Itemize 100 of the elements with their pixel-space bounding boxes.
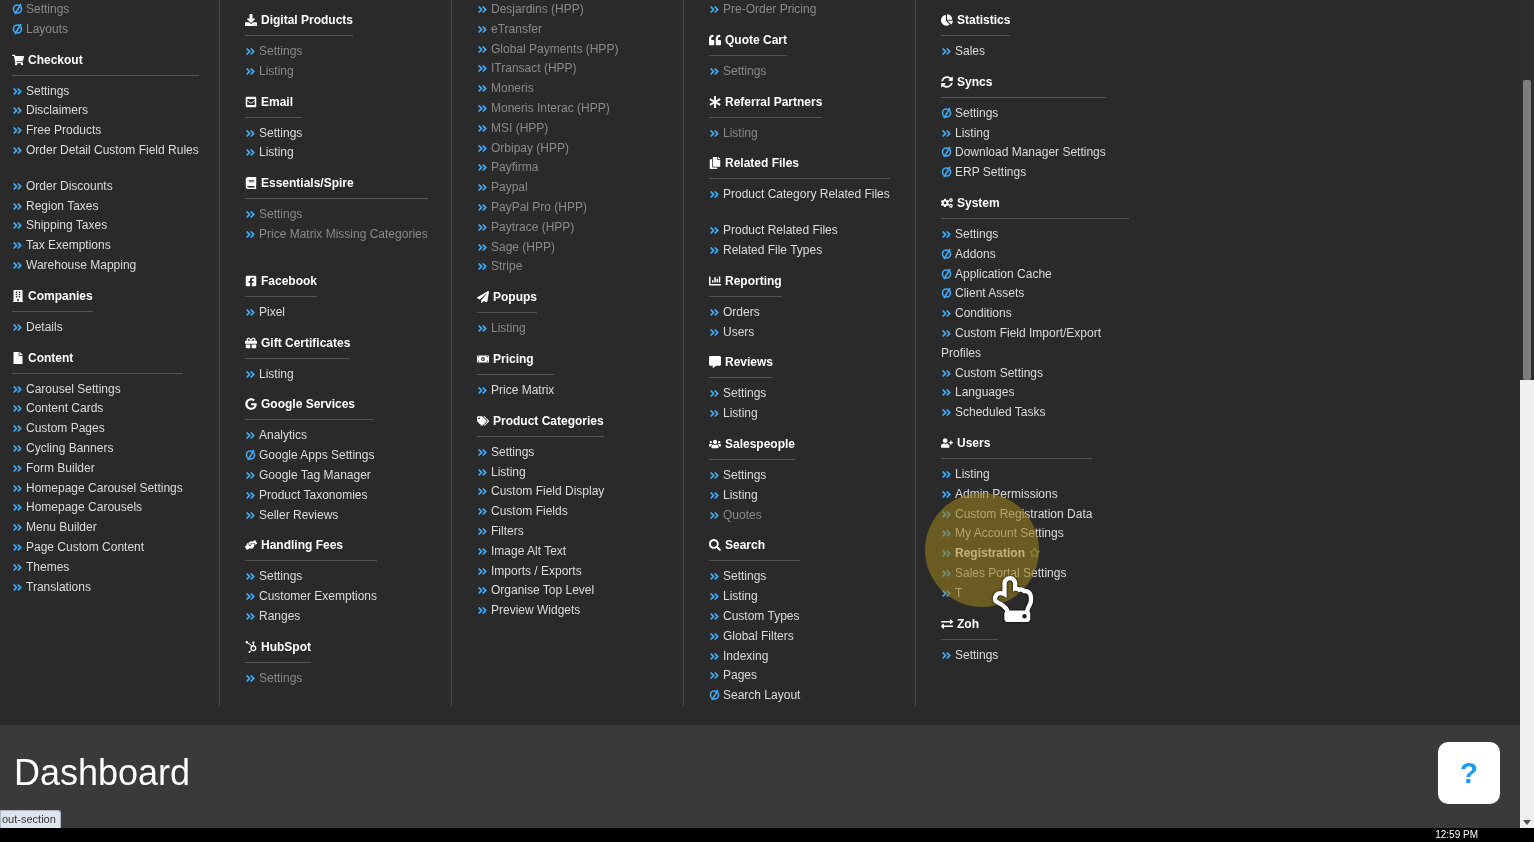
scrollbar-thumb[interactable] (1523, 80, 1531, 380)
menu-link[interactable]: Sales (941, 42, 1011, 62)
menu-link[interactable]: Google Apps Settings (245, 446, 375, 466)
menu-link[interactable]: Price Matrix (477, 380, 555, 401)
double-chevron-icon (245, 306, 256, 318)
menu-link[interactable]: Ranges (245, 606, 378, 627)
menu-link[interactable]: Free Products (12, 121, 199, 141)
menu-link[interactable]: Carousel Settings (12, 379, 183, 400)
menu-link[interactable]: Details (12, 317, 93, 338)
menu-link[interactable]: Order Detail Custom Field Rules (12, 141, 199, 161)
menu-link[interactable]: Homepage Carousels (12, 498, 183, 519)
section-title: Users (957, 434, 991, 452)
menu-link[interactable]: Orders (709, 302, 782, 323)
double-chevron-icon (12, 125, 23, 137)
menu-link[interactable]: Client Assets (941, 284, 1129, 305)
double-chevron-icon (709, 225, 720, 237)
menu-link[interactable]: Disclaimers (12, 101, 199, 122)
menu-link[interactable]: Listing (245, 143, 303, 164)
menu-link[interactable]: Warehouse Mapping (12, 255, 199, 276)
menu-link[interactable]: Settings (941, 225, 1129, 245)
sync-icon (12, 22, 23, 35)
menu-link[interactable]: Product Related Files (709, 221, 890, 241)
menu-link[interactable]: Listing (245, 364, 351, 385)
menu-link[interactable]: Listing (941, 123, 1106, 144)
section-title: Pricing (493, 350, 534, 368)
menu-link[interactable]: Custom Pages (12, 419, 183, 439)
sync-icon (245, 449, 256, 462)
menu-link[interactable]: Menu Builder (12, 518, 183, 538)
menu-link[interactable]: Indexing (709, 646, 801, 667)
menu-link[interactable]: Preview Widgets (477, 601, 605, 621)
menu-link[interactable]: Settings (245, 567, 378, 588)
menu-link[interactable]: Themes (12, 557, 183, 578)
menu-link[interactable]: Listing (477, 462, 605, 483)
menu-link[interactable]: Organise Top Level (477, 581, 605, 602)
menu-link[interactable]: Pixel (245, 302, 317, 323)
menu-link[interactable]: Google Tag Manager (245, 465, 375, 486)
double-chevron-icon (477, 605, 488, 617)
menu-link[interactable]: Cycling Banners (12, 438, 183, 459)
menu-link[interactable]: Settings (12, 81, 199, 102)
menu-link[interactable]: Custom Field Display (477, 482, 605, 503)
double-chevron-icon (477, 201, 488, 213)
menu-link[interactable]: Custom Settings (941, 363, 1129, 384)
double-chevron-icon (709, 630, 720, 642)
menu-link[interactable]: Settings (477, 442, 605, 463)
gears-icon (941, 197, 953, 209)
menu-link[interactable]: Content Cards (12, 399, 183, 420)
menu-link[interactable]: Shipping Taxes (12, 216, 199, 237)
menu-link[interactable]: Settings (709, 567, 801, 588)
menu-link[interactable]: Listing (709, 587, 801, 607)
menu-link[interactable]: Languages (941, 383, 1129, 404)
menu-link[interactable]: Custom Field Import/Export Profiles (941, 323, 1129, 364)
menu-link[interactable]: Admin Permissions (941, 484, 1093, 505)
menu-link[interactable]: Analytics (245, 426, 375, 447)
double-chevron-icon (477, 545, 488, 557)
sync-icon (941, 267, 952, 280)
menu-link[interactable]: Custom Fields (477, 502, 605, 522)
double-chevron-icon (245, 209, 256, 221)
menu-link[interactable]: Search Layout (709, 686, 801, 706)
menu-link[interactable]: Listing (941, 464, 1093, 485)
user-plus-icon (941, 436, 953, 449)
menu-link[interactable]: Translations (12, 577, 183, 598)
menu-link[interactable]: Image Alt Text (477, 541, 605, 562)
menu-link[interactable]: Form Builder (12, 458, 183, 479)
menu-link[interactable]: Homepage Carousel Settings (12, 478, 183, 499)
menu-link[interactable]: Custom Types (709, 606, 801, 627)
menu-link[interactable]: Related File Types (709, 241, 890, 261)
menu-link[interactable]: Customer Exemptions (245, 587, 378, 607)
menu-link[interactable]: Pages (709, 666, 801, 687)
double-chevron-icon (12, 259, 23, 271)
menu-link[interactable]: Settings (709, 384, 774, 405)
g-letter-icon (245, 398, 257, 411)
star-icon[interactable] (1029, 547, 1040, 559)
menu-link[interactable]: Listing (709, 485, 796, 506)
double-chevron-icon (477, 182, 488, 194)
menu-link[interactable]: Settings (941, 645, 999, 666)
menu-link[interactable]: Settings (245, 123, 303, 144)
menu-link[interactable]: Order Discounts (12, 176, 199, 197)
menu-link[interactable]: Download Manager Settings (941, 143, 1106, 164)
menu-link[interactable]: Settings (709, 465, 796, 486)
double-chevron-icon (941, 308, 952, 320)
menu-link[interactable]: Listing (709, 404, 774, 424)
menu-link[interactable]: Settings (941, 103, 1106, 124)
menu-link[interactable]: Global Filters (709, 626, 801, 647)
double-chevron-icon (477, 162, 488, 174)
menu-link[interactable]: Tax Exemptions (12, 236, 199, 256)
menu-link[interactable]: Scheduled Tasks (941, 403, 1129, 423)
menu-link[interactable]: Users (709, 322, 782, 343)
menu-link[interactable]: Filters (477, 521, 605, 542)
double-chevron-icon (245, 127, 256, 139)
menu-link[interactable]: Page Custom Content (12, 537, 183, 558)
menu-link[interactable]: Region Taxes (12, 196, 199, 217)
menu-link[interactable]: Custom Registration Data (941, 504, 1093, 525)
menu-link[interactable]: Product Taxonomies (245, 485, 375, 506)
menu-link[interactable]: Product Category Related Files (709, 185, 890, 206)
menu-link[interactable]: Conditions (941, 304, 1129, 324)
menu-link[interactable]: Seller Reviews (245, 505, 375, 526)
menu-link[interactable]: Application Cache (941, 264, 1129, 285)
menu-link[interactable]: Imports / Exports (477, 561, 605, 582)
menu-link[interactable]: ERP Settings (941, 163, 1106, 183)
menu-link[interactable]: Addons (941, 244, 1129, 265)
